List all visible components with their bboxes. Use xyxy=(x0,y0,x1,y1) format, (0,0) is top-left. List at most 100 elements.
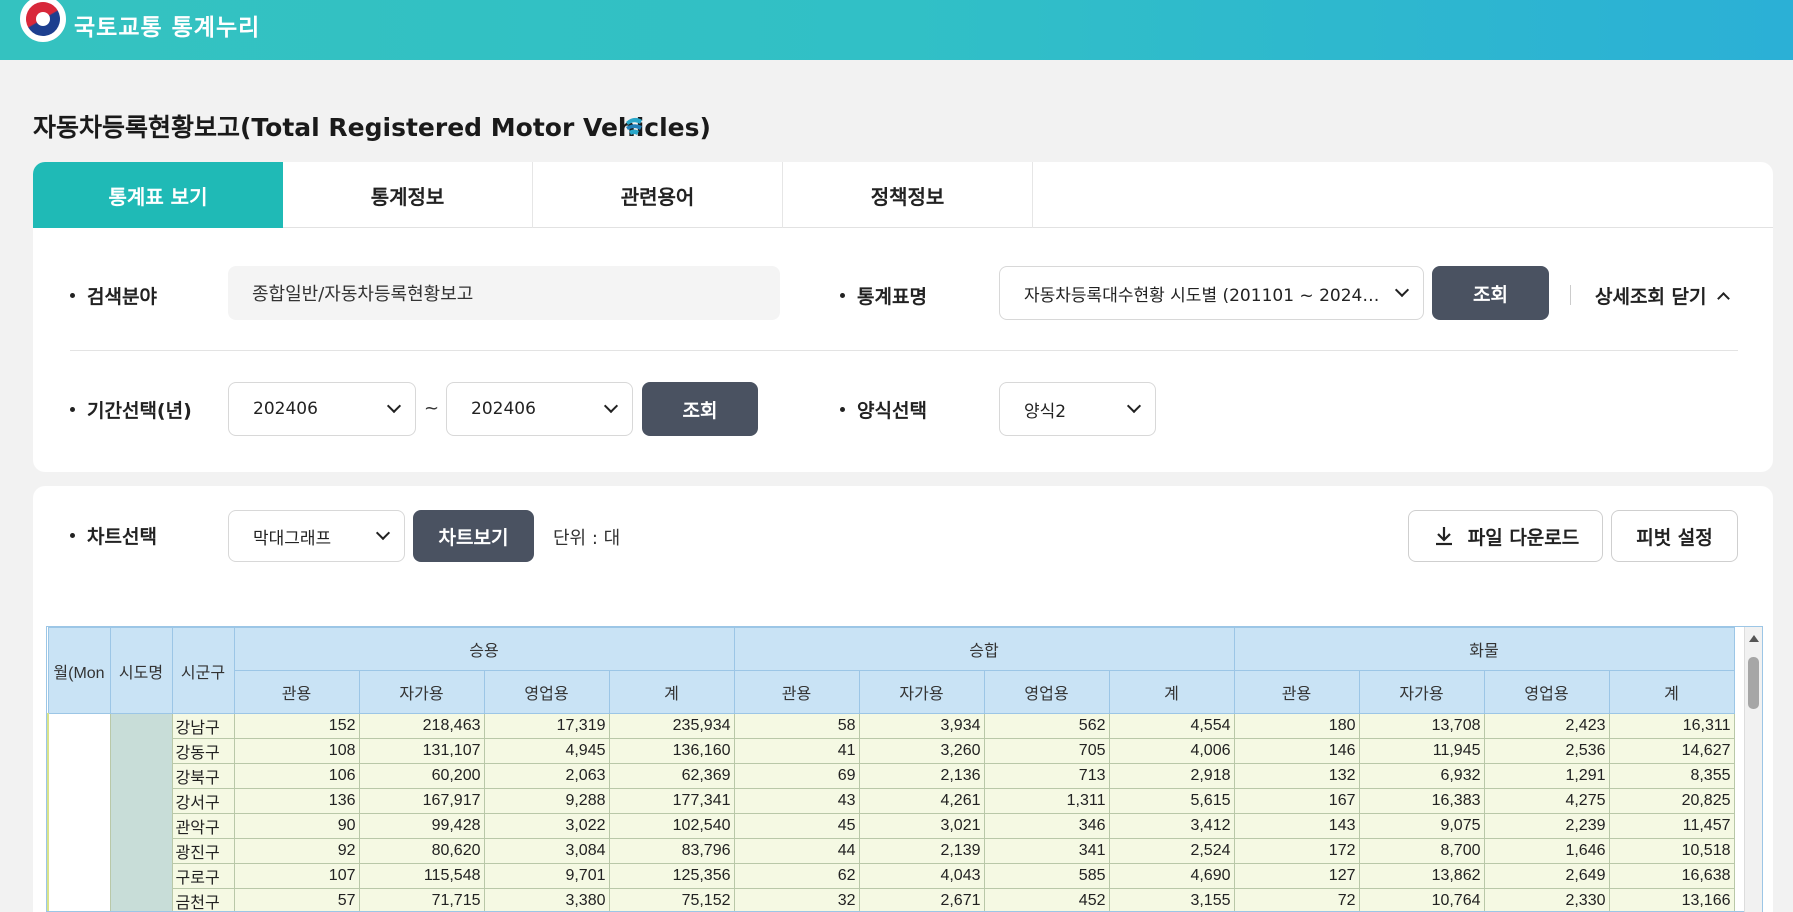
header-district[interactable]: 시군구 xyxy=(171,627,235,714)
top-header: 국토교통 통계누리 xyxy=(0,0,1793,60)
table-row: 강북구 106 60,200 2,063 62,369 69 2,136 713 2,918 13… xyxy=(48,763,1735,789)
value-cell: 20,825 xyxy=(1608,788,1735,814)
scroll-up-icon[interactable] xyxy=(1749,635,1759,642)
subheader-cell[interactable]: 계 xyxy=(1108,670,1235,714)
value-cell: 177,341 xyxy=(608,788,735,814)
subheader-cell[interactable]: 자가용 xyxy=(858,670,985,714)
divider xyxy=(1570,285,1571,305)
stat-badge-icon xyxy=(626,117,642,135)
value-cell: 43 xyxy=(733,788,860,814)
value-cell: 4,261 xyxy=(858,788,985,814)
period-query-button[interactable]: 조회 xyxy=(642,382,758,436)
value-cell: 9,075 xyxy=(1358,813,1485,839)
header-province[interactable]: 시도명 xyxy=(109,627,173,714)
chart-type-select[interactable]: 막대그래프 xyxy=(228,510,405,562)
district-cell: 광진구 xyxy=(171,838,235,864)
vertical-scrollbar[interactable] xyxy=(1744,627,1762,912)
header-group-truck[interactable]: 화물 xyxy=(1233,627,1735,671)
value-cell: 4,945 xyxy=(483,738,610,764)
format-label: 양식선택 xyxy=(840,394,927,424)
value-cell: 125,356 xyxy=(608,863,735,889)
tab-policy-info[interactable]: 정책정보 xyxy=(783,162,1033,228)
value-cell: 2,918 xyxy=(1108,763,1235,789)
format-select[interactable]: 양식2 xyxy=(999,382,1156,436)
period-to-select[interactable]: 202406 xyxy=(446,382,633,436)
header-group-passenger[interactable]: 승용 xyxy=(233,627,735,671)
site-brand[interactable]: 국토교통 통계누리 xyxy=(74,8,260,42)
value-cell: 57 xyxy=(233,888,360,911)
province-cell xyxy=(109,713,173,911)
period-from-select[interactable]: 202406 xyxy=(228,382,416,436)
value-cell: 16,383 xyxy=(1358,788,1485,814)
subheader-cell[interactable]: 영업용 xyxy=(1483,670,1610,714)
value-cell: 2,649 xyxy=(1483,863,1610,889)
unit-label: 단위 : 대 xyxy=(553,528,621,549)
value-cell: 99,428 xyxy=(358,813,485,839)
value-cell: 167 xyxy=(1233,788,1360,814)
chart-select-label: 차트선택 xyxy=(70,520,157,550)
subheader-cell[interactable]: 자가용 xyxy=(358,670,485,714)
value-cell: 4,554 xyxy=(1108,713,1235,739)
data-table: 월(Mon 시도명 시군구 승용 승합 화물 관용 자가용 영업용 계 관용 자가용 영업용… xyxy=(47,627,1735,911)
table-row: 금천구 57 71,715 3,380 75,152 32 2,671 452 3,155 72 1… xyxy=(48,888,1735,911)
value-cell: 58 xyxy=(733,713,860,739)
month-cell xyxy=(47,713,111,911)
value-cell: 8,355 xyxy=(1608,763,1735,789)
subheader-cell[interactable]: 계 xyxy=(608,670,735,714)
value-cell: 218,463 xyxy=(358,713,485,739)
value-cell: 5,615 xyxy=(1108,788,1235,814)
tab-bar: 통계표 보기 통계정보 관련용어 정책정보 xyxy=(33,162,1773,228)
table-body: 강남구 152 218,463 17,319 235,934 58 3,934 562 4,55… xyxy=(47,713,1735,911)
value-cell: 143 xyxy=(1233,813,1360,839)
value-cell: 2,524 xyxy=(1108,838,1235,864)
subheader-cell[interactable]: 영업용 xyxy=(483,670,610,714)
value-cell: 107 xyxy=(233,863,360,889)
value-cell: 6,932 xyxy=(1358,763,1485,789)
data-table-container: 월(Mon 시도명 시군구 승용 승합 화물 관용 자가용 영업용 계 관용 자가용 영업용… xyxy=(46,626,1763,912)
download-icon xyxy=(1435,527,1452,546)
tab-stat-info[interactable]: 통계정보 xyxy=(283,162,533,228)
value-cell: 132 xyxy=(1233,763,1360,789)
value-cell: 10,518 xyxy=(1608,838,1735,864)
table-name-label: 통계표명 xyxy=(840,280,927,310)
header-month[interactable]: 월(Mon xyxy=(47,627,111,714)
value-cell: 235,934 xyxy=(608,713,735,739)
header-group-van[interactable]: 승합 xyxy=(733,627,1235,671)
value-cell: 11,457 xyxy=(1608,813,1735,839)
subheader-cell[interactable]: 관용 xyxy=(733,670,860,714)
pivot-settings-button[interactable]: 피벗 설정 xyxy=(1611,510,1738,562)
table-name-select[interactable]: 자동차등록대수현황 시도별 (201101 ~ 2024… xyxy=(999,266,1424,320)
value-cell: 2,136 xyxy=(858,763,985,789)
value-cell: 69 xyxy=(733,763,860,789)
district-cell: 강남구 xyxy=(171,713,235,739)
chevron-down-icon xyxy=(386,398,402,414)
subheader-cell[interactable]: 계 xyxy=(1608,670,1735,714)
tab-table-view[interactable]: 통계표 보기 xyxy=(33,162,283,228)
table-row: 관악구 90 99,428 3,022 102,540 45 3,021 346 3,412 14… xyxy=(48,813,1735,839)
table-query-button[interactable]: 조회 xyxy=(1432,266,1549,320)
detail-search-toggle[interactable]: 상세조회 닫기 xyxy=(1595,280,1730,310)
value-cell: 180 xyxy=(1233,713,1360,739)
subheader-cell[interactable]: 관용 xyxy=(1233,670,1360,714)
file-download-button[interactable]: 파일 다운로드 xyxy=(1408,510,1603,562)
value-cell: 136 xyxy=(233,788,360,814)
value-cell: 3,021 xyxy=(858,813,985,839)
search-field-input[interactable]: 종합일반/자동차등록현황보고 xyxy=(228,266,780,320)
district-cell: 금천구 xyxy=(171,888,235,911)
subheader-row: 관용 자가용 영업용 계 관용 자가용 영업용 계 관용 자가용 영업용 계 xyxy=(48,670,1735,714)
value-cell: 346 xyxy=(983,813,1110,839)
subheader-cell[interactable]: 관용 xyxy=(233,670,360,714)
government-logo-icon[interactable] xyxy=(20,0,66,42)
subheader-cell[interactable]: 자가용 xyxy=(1358,670,1485,714)
value-cell: 3,260 xyxy=(858,738,985,764)
table-row: 강남구 152 218,463 17,319 235,934 58 3,934 562 4,55… xyxy=(47,713,1735,911)
district-cell: 구로구 xyxy=(171,863,235,889)
scroll-thumb[interactable] xyxy=(1748,657,1759,709)
tab-glossary[interactable]: 관련용어 xyxy=(533,162,783,228)
value-cell: 80,620 xyxy=(358,838,485,864)
subheader-cell[interactable]: 영업용 xyxy=(983,670,1110,714)
period-label: 기간선택(년) xyxy=(70,394,192,424)
value-cell: 83,796 xyxy=(608,838,735,864)
value-cell: 3,934 xyxy=(858,713,985,739)
chart-view-button[interactable]: 차트보기 xyxy=(413,510,534,562)
